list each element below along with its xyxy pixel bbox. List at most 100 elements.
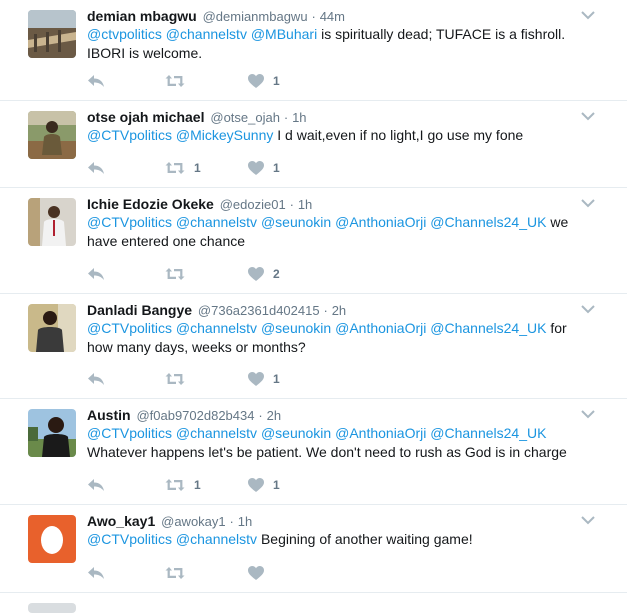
mention-link[interactable]: @CTVpolitics [87, 425, 172, 441]
reply-button[interactable] [87, 476, 105, 494]
screen-name[interactable]: @edozie01 [220, 197, 286, 212]
timestamp[interactable]: 2h [332, 303, 346, 318]
tweet-text: @CTVpolitics @MickeySunny I d wait,even … [87, 126, 587, 145]
display-name[interactable]: Awo_kay1 [87, 513, 155, 529]
tweet-text: @CTVpolitics @channelstv @seunokin @Anth… [87, 213, 587, 251]
mention-link[interactable]: @Channels24_UK [430, 425, 546, 441]
like-count: 2 [273, 267, 280, 281]
reply-button[interactable] [87, 564, 105, 582]
tweet[interactable]: Ichie Edozie Okeke @edozie01 · 1h @CTVpo… [0, 188, 627, 294]
reply-button[interactable] [87, 159, 105, 177]
mention-link[interactable]: @MBuhari [251, 26, 317, 42]
mention-link[interactable]: @AnthoniaOrji [335, 425, 426, 441]
heart-icon [248, 267, 264, 281]
mention-link[interactable]: @channelstv [176, 214, 257, 230]
separator: · [323, 303, 328, 318]
retweet-button[interactable]: 1 [165, 476, 201, 494]
tweet[interactable] [0, 593, 627, 613]
timestamp[interactable]: 2h [267, 408, 281, 423]
tweet[interactable]: Danladi Bangye @736a2361d402415 · 2h @CT… [0, 294, 627, 399]
tweet-header: otse ojah michael @otse_ojah · 1h [87, 108, 587, 127]
retweet-button[interactable] [165, 72, 194, 90]
timestamp[interactable]: 1h [298, 197, 312, 212]
display-name[interactable]: otse ojah michael [87, 109, 204, 125]
separator: · [258, 408, 263, 423]
retweet-button[interactable] [165, 370, 194, 388]
retweet-count: 1 [194, 478, 201, 492]
timestamp[interactable]: 1h [238, 514, 252, 529]
display-name[interactable]: Ichie Edozie Okeke [87, 196, 214, 212]
chevron-down-icon[interactable] [581, 198, 595, 208]
screen-name[interactable]: @736a2361d402415 [198, 303, 320, 318]
chevron-down-icon[interactable] [581, 111, 595, 121]
mention-link[interactable]: @AnthoniaOrji [335, 214, 426, 230]
reply-button[interactable] [87, 265, 105, 283]
tweet-text: @ctvpolitics @channelstv @MBuhari is spi… [87, 25, 587, 63]
chevron-down-icon[interactable] [581, 10, 595, 20]
tweet[interactable]: otse ojah michael @otse_ojah · 1h @CTVpo… [0, 101, 627, 188]
like-button[interactable]: 1 [248, 159, 280, 177]
like-button[interactable]: 2 [248, 265, 280, 283]
avatar[interactable] [28, 304, 76, 352]
retweet-count: 1 [194, 161, 201, 175]
tweet-actions: 1 [87, 72, 387, 90]
chevron-down-icon[interactable] [581, 409, 595, 419]
display-name[interactable]: demian mbagwu [87, 8, 197, 24]
mention-link[interactable]: @CTVpolitics [87, 531, 172, 547]
mention-link[interactable]: @CTVpolitics [87, 127, 172, 143]
reply-button[interactable] [87, 72, 105, 90]
retweet-button[interactable] [165, 265, 194, 283]
display-name[interactable]: Danladi Bangye [87, 302, 192, 318]
mention-link[interactable]: @Channels24_UK [430, 214, 546, 230]
mention-link[interactable]: @channelstv [166, 26, 247, 42]
tweet-header: demian mbagwu @demianmbagwu · 44m [87, 7, 587, 26]
display-name[interactable]: Austin [87, 407, 131, 423]
like-button[interactable]: 1 [248, 476, 280, 494]
retweet-icon [165, 162, 185, 174]
separator: · [283, 110, 289, 125]
retweet-icon [165, 373, 185, 385]
tweet-header: Austin @f0ab9702d82b434 · 2h [87, 406, 587, 425]
tweet-text: @CTVpolitics @channelstv @seunokin @Anth… [87, 424, 587, 462]
mention-link[interactable]: @ctvpolitics [87, 26, 162, 42]
like-button[interactable]: 1 [248, 72, 280, 90]
mention-link[interactable]: @seunokin [261, 320, 331, 336]
mention-link[interactable]: @CTVpolitics [87, 214, 172, 230]
avatar[interactable] [28, 198, 76, 246]
timestamp[interactable]: 1h [292, 110, 306, 125]
tweet-actions: 1 1 [87, 476, 387, 494]
tweet[interactable]: demian mbagwu @demianmbagwu · 44m @ctvpo… [0, 0, 627, 101]
chevron-down-icon[interactable] [581, 304, 595, 314]
mention-link[interactable]: @CTVpolitics [87, 320, 172, 336]
chevron-down-icon[interactable] [581, 515, 595, 525]
mention-link[interactable]: @AnthoniaOrji [335, 320, 426, 336]
retweet-button[interactable] [165, 564, 194, 582]
mention-link[interactable]: @channelstv [176, 425, 257, 441]
screen-name[interactable]: @f0ab9702d82b434 [136, 408, 254, 423]
like-button[interactable] [248, 564, 273, 582]
like-count: 1 [273, 372, 280, 386]
mention-link[interactable]: @Channels24_UK [430, 320, 546, 336]
mention-link[interactable]: @MickeySunny [176, 127, 273, 143]
reply-icon [88, 479, 104, 491]
like-button[interactable]: 1 [248, 370, 280, 388]
mention-link[interactable]: @seunokin [261, 214, 331, 230]
reply-button[interactable] [87, 370, 105, 388]
separator: · [229, 514, 234, 529]
mention-link[interactable]: @seunokin [261, 425, 331, 441]
screen-name[interactable]: @awokay1 [161, 514, 226, 529]
mention-link[interactable]: @channelstv [176, 531, 257, 547]
avatar[interactable] [28, 515, 76, 563]
avatar[interactable] [28, 10, 76, 58]
mention-link[interactable]: @channelstv [176, 320, 257, 336]
timestamp[interactable]: 44m [320, 9, 345, 24]
avatar[interactable] [28, 111, 76, 159]
reply-icon [88, 567, 104, 579]
tweet[interactable]: Awo_kay1 @awokay1 · 1h @CTVpolitics @cha… [0, 505, 627, 593]
avatar[interactable] [28, 409, 76, 457]
retweet-button[interactable]: 1 [165, 159, 201, 177]
screen-name[interactable]: @demianmbagwu [203, 9, 308, 24]
separator: · [311, 9, 316, 24]
screen-name[interactable]: @otse_ojah [210, 110, 280, 125]
tweet[interactable]: Austin @f0ab9702d82b434 · 2h @CTVpolitic… [0, 399, 627, 505]
